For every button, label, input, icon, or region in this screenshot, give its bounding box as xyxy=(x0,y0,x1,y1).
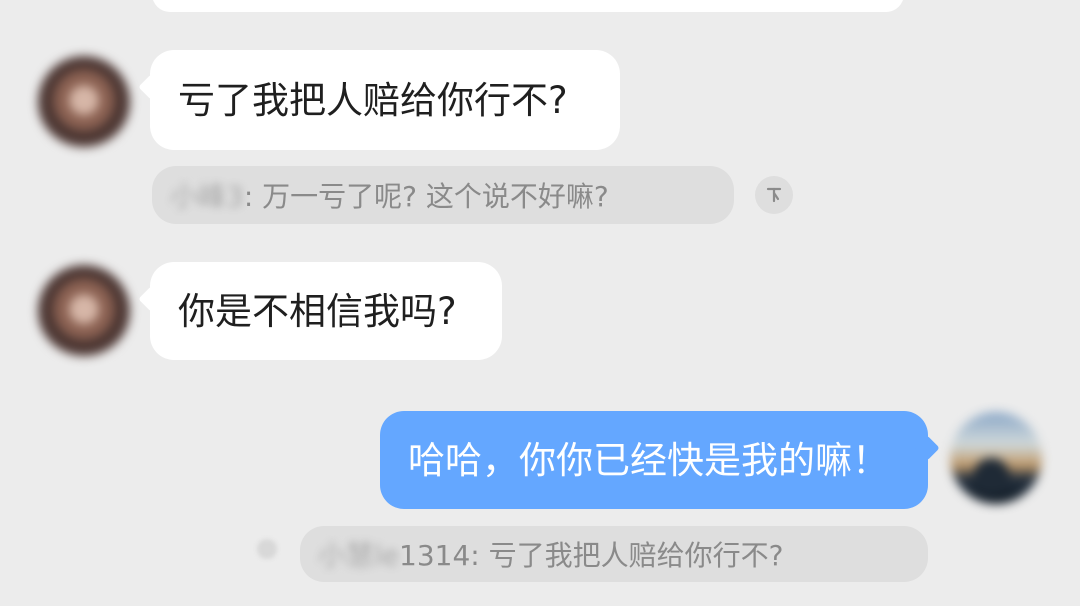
outgoing-message-bubble-1[interactable]: 哈哈，你你已经快是我的嘛！ xyxy=(380,411,928,509)
previous-message-bubble[interactable] xyxy=(152,0,904,12)
incoming-message-text-2: 你是不相信我吗? xyxy=(178,289,457,333)
down-arrow-icon[interactable] xyxy=(755,176,793,214)
incoming-message-bubble-1[interactable]: 亏了我把人赔给你行不? xyxy=(150,50,620,150)
avatar-left-1[interactable] xyxy=(38,56,130,148)
avatar-right[interactable] xyxy=(950,412,1042,504)
chat-window: 亏了我把人赔给你行不? 小峰3 : 万一亏了呢? 这个说不好嘛? 你是不相信我吗… xyxy=(0,0,1080,606)
outgoing-message-text-1: 哈哈，你你已经快是我的嘛！ xyxy=(408,438,889,482)
quoted-author-2: 小慧le xyxy=(318,539,400,572)
down-arrow-icon-svg xyxy=(766,187,782,203)
incoming-message-text-1: 亏了我把人赔给你行不? xyxy=(178,78,568,122)
quoted-reply-1[interactable]: 小峰3 : 万一亏了呢? 这个说不好嘛? xyxy=(152,166,734,224)
quoted-text-2: 1314: 亏了我把人赔给你行不? xyxy=(399,539,784,572)
quoted-left-mark xyxy=(257,539,277,559)
quoted-author-1: 小峰3 xyxy=(170,180,244,213)
quoted-reply-2[interactable]: 小慧le 1314: 亏了我把人赔给你行不? xyxy=(300,526,928,582)
quoted-text-1: : 万一亏了呢? 这个说不好嘛? xyxy=(243,180,609,213)
incoming-message-bubble-2[interactable]: 你是不相信我吗? xyxy=(150,262,502,360)
avatar-left-2[interactable] xyxy=(38,265,130,357)
